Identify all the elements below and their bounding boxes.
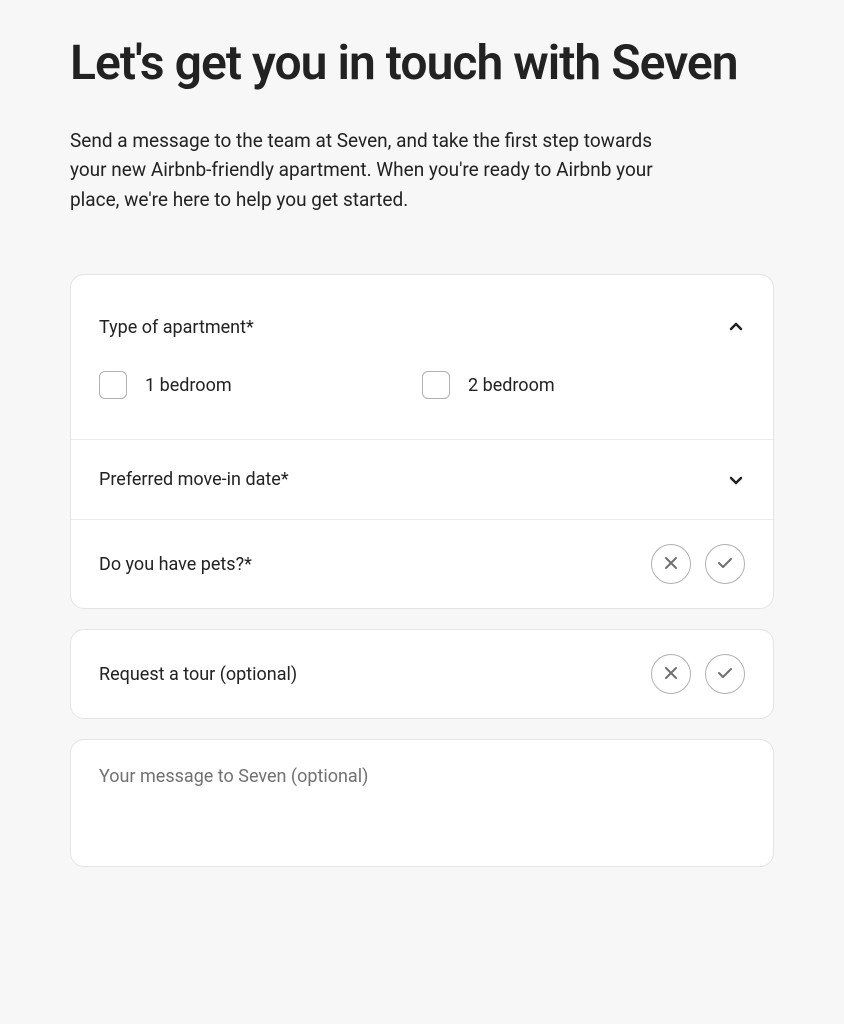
move-in-label: Preferred move-in date* bbox=[99, 469, 289, 490]
apartment-type-label: Type of apartment* bbox=[99, 317, 254, 338]
close-icon bbox=[664, 666, 678, 683]
option-2-bedroom-label: 2 bedroom bbox=[468, 375, 555, 396]
pets-yes-button[interactable] bbox=[705, 544, 745, 584]
check-icon bbox=[717, 555, 733, 574]
close-icon bbox=[664, 556, 678, 573]
form-card-main: Type of apartment* 1 bedroom 2 bedroom P… bbox=[70, 274, 774, 609]
checkbox-2-bedroom[interactable] bbox=[422, 371, 450, 399]
tour-label: Request a tour (optional) bbox=[99, 664, 297, 685]
message-textarea[interactable] bbox=[99, 766, 745, 829]
check-icon bbox=[717, 665, 733, 684]
section-move-in-date[interactable]: Preferred move-in date* bbox=[71, 440, 773, 520]
tour-yes-button[interactable] bbox=[705, 654, 745, 694]
section-apartment-type[interactable]: Type of apartment* bbox=[71, 275, 773, 355]
option-1-bedroom-label: 1 bedroom bbox=[145, 375, 232, 396]
option-2-bedroom[interactable]: 2 bedroom bbox=[422, 371, 745, 399]
apartment-type-options: 1 bedroom 2 bedroom bbox=[71, 355, 773, 440]
option-1-bedroom[interactable]: 1 bedroom bbox=[99, 371, 422, 399]
intro-text: Send a message to the team at Seven, and… bbox=[70, 126, 690, 214]
pets-label: Do you have pets?* bbox=[99, 554, 252, 575]
page-title: Let's get you in touch with Seven bbox=[70, 36, 774, 90]
form-card-tour: Request a tour (optional) bbox=[70, 629, 774, 719]
form-card-message bbox=[70, 739, 774, 867]
checkbox-1-bedroom[interactable] bbox=[99, 371, 127, 399]
chevron-up-icon bbox=[727, 318, 745, 336]
tour-no-button[interactable] bbox=[651, 654, 691, 694]
section-tour: Request a tour (optional) bbox=[71, 630, 773, 718]
section-pets: Do you have pets?* bbox=[71, 520, 773, 608]
tour-toggle bbox=[651, 654, 745, 694]
chevron-down-icon bbox=[727, 471, 745, 489]
pets-toggle bbox=[651, 544, 745, 584]
pets-no-button[interactable] bbox=[651, 544, 691, 584]
